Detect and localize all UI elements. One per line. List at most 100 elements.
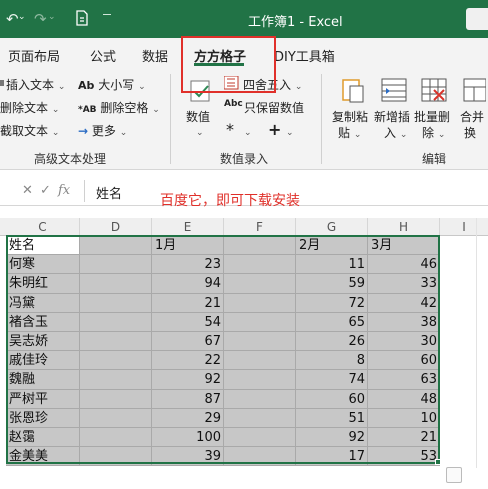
table-cell[interactable] xyxy=(224,293,296,313)
column-header-d[interactable]: D xyxy=(80,218,152,236)
header-cell[interactable]: 2月 xyxy=(296,236,368,256)
table-cell[interactable]: 54 xyxy=(152,312,224,332)
table-cell[interactable]: 94 xyxy=(152,274,224,294)
table-cell[interactable] xyxy=(224,427,296,448)
table-cell[interactable]: 17 xyxy=(296,447,368,467)
fill-handle[interactable] xyxy=(435,459,441,465)
table-cell[interactable]: 60 xyxy=(368,351,440,371)
table-cell[interactable] xyxy=(224,255,296,275)
column-header-g[interactable]: G xyxy=(296,218,368,236)
table-cell[interactable]: 72 xyxy=(296,293,368,313)
merge-button[interactable]: 合并 xyxy=(460,108,484,125)
table-cell[interactable]: 39 xyxy=(152,447,224,467)
table-cell[interactable]: 42 xyxy=(368,293,440,313)
table-cell[interactable]: 吴志娇 xyxy=(6,331,80,352)
table-cell[interactable]: 30 xyxy=(368,331,440,352)
table-cell[interactable]: 100 xyxy=(152,427,224,448)
table-cell[interactable]: 23 xyxy=(152,255,224,275)
table-cell[interactable]: 11 xyxy=(296,255,368,275)
table-cell[interactable]: 8 xyxy=(296,351,368,371)
table-cell[interactable]: 33 xyxy=(368,274,440,294)
table-cell[interactable]: 22 xyxy=(152,351,224,371)
redo-dropdown-icon[interactable]: ⌄ xyxy=(48,12,56,22)
tab-data[interactable]: 数据 xyxy=(142,46,168,65)
more-button[interactable]: → 更多 ⌄ xyxy=(78,122,127,139)
table-cell[interactable]: 金美美 xyxy=(6,447,80,467)
batch-delete-button[interactable]: 批量删 xyxy=(414,108,450,125)
table-cell[interactable]: 87 xyxy=(152,389,224,409)
table-cell[interactable]: 严树平 xyxy=(6,389,80,409)
copy-paste-button[interactable]: 复制粘 xyxy=(332,108,368,125)
undo-dropdown-icon[interactable]: ⌄ xyxy=(18,12,26,22)
table-cell[interactable]: 10 xyxy=(368,408,440,428)
table-cell[interactable]: 38 xyxy=(368,312,440,332)
table-cell[interactable]: 65 xyxy=(296,312,368,332)
table-cell[interactable]: 92 xyxy=(296,427,368,448)
document-icon[interactable] xyxy=(75,10,89,30)
header-cell[interactable]: 1月 xyxy=(152,236,224,256)
tab-formulas[interactable]: 公式 xyxy=(90,46,116,65)
table-cell[interactable] xyxy=(224,389,296,409)
formula-input[interactable]: 姓名 xyxy=(96,183,122,202)
table-cell[interactable]: 魏融 xyxy=(6,370,80,390)
header-cell[interactable] xyxy=(224,236,296,256)
table-cell[interactable]: 褚含玉 xyxy=(6,312,80,332)
redo-icon[interactable]: ↷ xyxy=(34,10,47,28)
table-cell[interactable]: 67 xyxy=(152,331,224,352)
table-cell[interactable] xyxy=(80,274,152,294)
table-cell[interactable]: 赵霭 xyxy=(6,427,80,448)
table-cell[interactable]: 63 xyxy=(368,370,440,390)
table-cell[interactable]: 59 xyxy=(296,274,368,294)
table-cell[interactable]: 53 xyxy=(368,447,440,467)
table-cell[interactable] xyxy=(80,408,152,428)
table-cell[interactable] xyxy=(224,370,296,390)
table-cell[interactable] xyxy=(80,331,152,352)
table-cell[interactable] xyxy=(80,351,152,371)
header-cell[interactable]: 3月 xyxy=(368,236,440,256)
table-cell[interactable] xyxy=(224,312,296,332)
header-cell[interactable]: 姓名 xyxy=(6,236,80,256)
table-cell[interactable]: 26 xyxy=(296,331,368,352)
header-cell[interactable] xyxy=(80,236,152,256)
customize-qa-icon[interactable] xyxy=(103,14,111,15)
copy-paste-dropdown[interactable]: 贴 ⌄ xyxy=(338,124,361,141)
table-cell[interactable]: 张恩珍 xyxy=(6,408,80,428)
value-dropdown-icon[interactable]: ⌄ xyxy=(196,124,204,138)
table-cell[interactable] xyxy=(80,447,152,467)
table-cell[interactable]: 74 xyxy=(296,370,368,390)
plus-icon[interactable]: + xyxy=(268,120,281,139)
table-cell[interactable]: 21 xyxy=(368,427,440,448)
plus-dropdown-icon[interactable]: ⌄ xyxy=(286,124,294,138)
column-header-h[interactable]: H xyxy=(368,218,440,236)
quick-analysis-icon[interactable] xyxy=(446,467,462,483)
batch-delete-dropdown[interactable]: 除 ⌄ xyxy=(422,124,445,141)
tab-page-layout[interactable]: 页面布局 xyxy=(8,46,60,65)
new-insert-dropdown[interactable]: 入 ⌄ xyxy=(384,124,407,141)
star-icon[interactable]: * xyxy=(226,120,234,139)
account-avatar[interactable] xyxy=(466,8,488,30)
table-cell[interactable] xyxy=(80,293,152,313)
table-cell[interactable]: 冯黛 xyxy=(6,293,80,313)
table-cell[interactable] xyxy=(80,389,152,409)
insert-text-button[interactable]: 插入文本 ⌄ xyxy=(6,76,65,93)
insert-function-icon[interactable]: fx xyxy=(58,183,70,198)
table-cell[interactable] xyxy=(80,312,152,332)
cut-text-button[interactable]: 截取文本 ⌄ xyxy=(0,122,59,139)
star-dropdown-icon[interactable]: ⌄ xyxy=(244,124,252,138)
enter-icon[interactable]: ✓ xyxy=(40,183,51,198)
table-cell[interactable]: 21 xyxy=(152,293,224,313)
table-cell[interactable]: 29 xyxy=(152,408,224,428)
table-cell[interactable]: 48 xyxy=(368,389,440,409)
table-cell[interactable]: 60 xyxy=(296,389,368,409)
table-cell[interactable]: 51 xyxy=(296,408,368,428)
table-cell[interactable]: 戚佳玲 xyxy=(6,351,80,371)
tab-diy-toolbox[interactable]: DIY工具箱 xyxy=(274,46,335,65)
table-cell[interactable] xyxy=(224,331,296,352)
delete-text-button[interactable]: 删除文本 ⌄ xyxy=(0,99,59,116)
table-cell[interactable] xyxy=(224,408,296,428)
table-cell[interactable] xyxy=(224,351,296,371)
column-header-e[interactable]: E xyxy=(152,218,224,236)
column-header-c[interactable]: C xyxy=(6,218,80,236)
undo-icon[interactable]: ↶ xyxy=(6,10,19,28)
column-header-f[interactable]: F xyxy=(224,218,296,236)
